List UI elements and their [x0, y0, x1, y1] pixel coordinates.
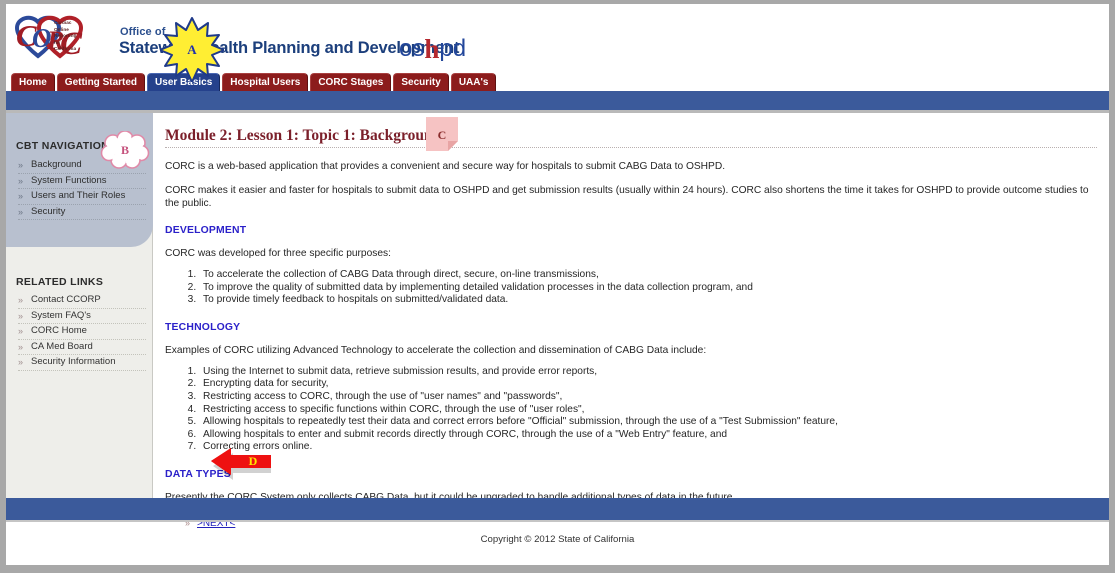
main-navigation-tabs: Home Getting Started User Basics Hospita…: [11, 73, 497, 91]
callout-marker-c-page: C: [426, 117, 458, 151]
tab-corc-stages[interactable]: CORC Stages: [310, 73, 392, 91]
chevron-right-icon: »: [18, 191, 24, 202]
sidebar-item-security-information[interactable]: » Security Information: [18, 355, 146, 371]
frame-edge-bottom: [0, 565, 1115, 573]
sidebar-item-security[interactable]: » Security: [18, 205, 146, 221]
tagline-line: California: [54, 46, 77, 52]
browser-page-frame: C O R C Cardiac Online Reporting for Cal…: [0, 0, 1115, 573]
callout-d-letter: D: [248, 453, 258, 468]
chevron-right-icon: »: [18, 175, 24, 186]
sidebar-item-label: CORC Home: [31, 325, 87, 337]
development-lead: CORC was developed for three specific pu…: [165, 248, 391, 259]
intro-paragraph-1: CORC is a web-based application that pro…: [165, 161, 726, 172]
corc-logo-tagline: Cardiac Online Reporting for California: [54, 20, 77, 53]
sidebar-item-system-faqs[interactable]: » System FAQ's: [18, 309, 146, 325]
tagline-line: for: [54, 39, 61, 45]
list-item: Encrypting data for security,: [199, 378, 1097, 391]
sidebar-item-label: System FAQ's: [31, 309, 91, 321]
page-body: CBT NAVIGATION » Background » System Fun…: [6, 113, 1109, 529]
technology-lead: Examples of CORC utilizing Advanced Tech…: [165, 344, 707, 356]
sidebar-item-label: Security: [31, 205, 66, 217]
list-item: Allowing hospitals to repeatedly test th…: [199, 416, 1097, 429]
tagline-line: Reporting: [54, 33, 77, 39]
callout-a-letter: A: [187, 42, 197, 57]
tab-security[interactable]: Security: [393, 73, 449, 91]
list-item: To accelerate the collection of CABG Dat…: [199, 269, 1097, 282]
sidebar-item-users-and-their-roles[interactable]: » Users and Their Roles: [18, 189, 146, 205]
chevron-right-icon: »: [18, 160, 24, 170]
oshpd-prefix: os: [399, 35, 425, 62]
oshpd-h-glyph: h: [424, 34, 440, 64]
footer-bar-shadow: [6, 520, 1109, 522]
callout-marker-b-cloud: B: [99, 130, 151, 169]
oshpd-logo: oshpd: [399, 32, 467, 64]
related-links-list: » Contact CCORP » System FAQ's » CORC Ho…: [18, 293, 146, 371]
frame-edge-right: [1109, 0, 1115, 573]
tab-getting-started[interactable]: Getting Started: [56, 73, 146, 91]
tab-home[interactable]: Home: [11, 73, 55, 91]
sidebar-item-system-functions[interactable]: » System Functions: [18, 174, 146, 190]
list-item: To provide timely feedback to hospitals …: [199, 294, 1097, 307]
oshpd-suffix: pd: [439, 35, 467, 62]
list-item: Restricting access to specific functions…: [199, 404, 1097, 417]
tagline-line: Online: [54, 26, 69, 32]
list-item: Correcting errors online.: [199, 441, 1097, 454]
list-item: Restricting access to CORC, through the …: [199, 391, 1097, 404]
list-item: Using the Internet to submit data, retri…: [199, 366, 1097, 379]
sidebar-item-ca-med-board[interactable]: » CA Med Board: [18, 340, 146, 356]
office-of-label: Office of: [120, 26, 166, 38]
list-item: To improve the quality of submitted data…: [199, 282, 1097, 295]
left-sidebar: CBT NAVIGATION » Background » System Fun…: [6, 113, 153, 498]
section-heading-development: DEVELOPMENT: [165, 225, 247, 236]
sidebar-item-label: Users and Their Roles: [31, 190, 126, 202]
chevron-right-icon: »: [18, 326, 24, 337]
callout-marker-d-arrow: D: [211, 447, 273, 481]
sidebar-item-label: System Functions: [31, 174, 107, 186]
sidebar-item-label: Contact CCORP: [31, 294, 101, 305]
list-item: Allowing hospitals to enter and submit r…: [199, 429, 1097, 442]
cbt-navigation-title: CBT NAVIGATION: [16, 140, 110, 152]
header-blue-bar: [6, 91, 1109, 110]
chevron-right-icon: »: [18, 341, 24, 352]
callout-marker-a-starburst: A: [159, 16, 225, 83]
page-title: Module 2: Lesson 1: Topic 1: Background: [165, 127, 442, 144]
sidebar-item-label: Background: [31, 159, 82, 170]
chevron-right-icon: »: [18, 357, 24, 368]
technology-list: Using the Internet to submit data, retri…: [165, 366, 1097, 454]
tab-hospital-users[interactable]: Hospital Users: [222, 73, 309, 91]
footer-copyright: Copyright © 2012 State of California: [480, 534, 635, 545]
section-heading-data-types: DATA TYPES: [165, 468, 231, 480]
chevron-right-icon: »: [18, 310, 24, 321]
page-heading-row: Module 2: Lesson 1: Topic 1: Background: [165, 127, 1097, 149]
callout-c-letter: C: [437, 128, 447, 142]
page-content-area: C O R C Cardiac Online Reporting for Cal…: [6, 4, 1109, 565]
main-content: Module 2: Lesson 1: Topic 1: Background …: [153, 113, 1109, 529]
related-links-title: RELATED LINKS: [16, 276, 104, 288]
sidebar-item-label: CA Med Board: [31, 340, 93, 352]
tagline-line: Cardiac: [54, 20, 72, 25]
sidebar-item-corc-home[interactable]: » CORC Home: [18, 324, 146, 340]
footer-blue-bar: [6, 498, 1109, 520]
sidebar-item-label: Security Information: [31, 356, 116, 368]
callout-b-letter: B: [120, 142, 129, 157]
intro-paragraph-2: CORC makes it easier and faster for hosp…: [165, 185, 1089, 209]
chevron-right-icon: »: [18, 206, 24, 217]
heading-divider: [165, 147, 1097, 148]
chevron-right-icon: »: [18, 295, 24, 305]
tab-uaas[interactable]: UAA's: [450, 73, 497, 91]
sidebar-item-contact-ccorp[interactable]: » Contact CCORP: [18, 293, 146, 309]
development-list: To accelerate the collection of CABG Dat…: [165, 269, 1097, 307]
section-heading-technology: TECHNOLOGY: [165, 321, 241, 333]
